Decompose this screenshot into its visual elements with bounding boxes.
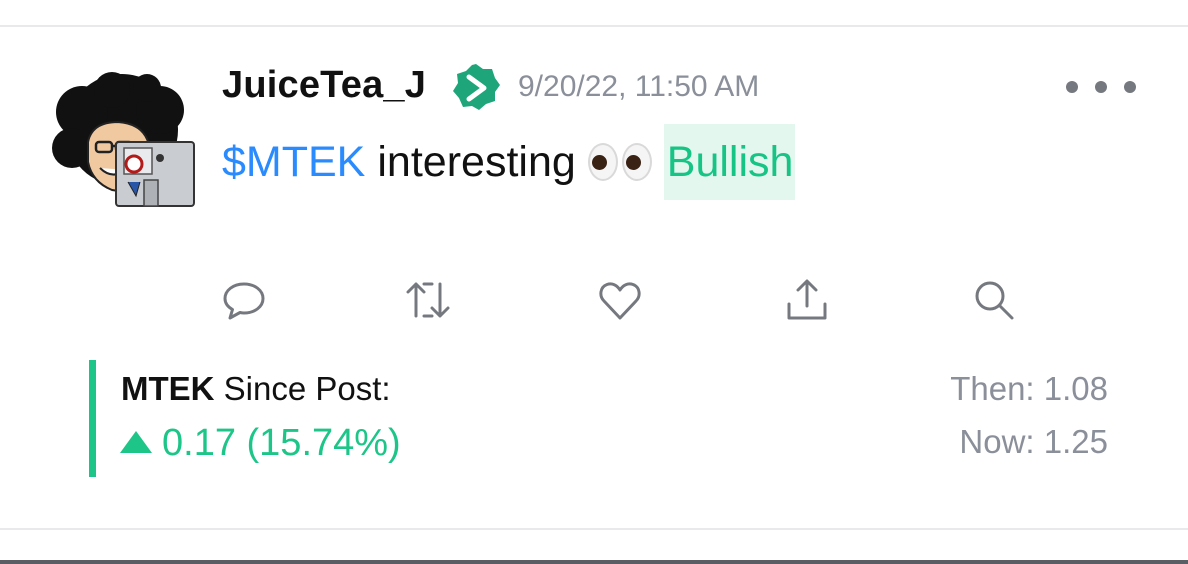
price-change-value: 0.17 (15.74%) bbox=[162, 422, 401, 464]
up-arrow-icon bbox=[120, 430, 152, 453]
like-icon bbox=[599, 282, 641, 320]
comment-button[interactable] bbox=[220, 276, 268, 324]
reshare-button[interactable] bbox=[404, 276, 452, 324]
reshare-icon bbox=[406, 282, 450, 318]
comment-icon bbox=[223, 282, 265, 320]
since-post-text: Since Post: bbox=[223, 370, 391, 407]
more-dot bbox=[1066, 81, 1078, 93]
search-button[interactable] bbox=[970, 276, 1018, 324]
more-icon[interactable] bbox=[1066, 74, 1136, 100]
like-button[interactable] bbox=[596, 276, 644, 324]
price-now: Now: 1.25 bbox=[959, 423, 1108, 460]
avatar[interactable] bbox=[52, 72, 196, 210]
share-button[interactable] bbox=[783, 276, 831, 324]
bottom-divider bbox=[0, 528, 1188, 530]
top-divider bbox=[0, 25, 1188, 27]
since-post-ticker[interactable]: MTEK bbox=[121, 370, 215, 407]
eyes-emoji-icon bbox=[587, 143, 652, 181]
verified-badge-icon bbox=[453, 64, 500, 110]
share-icon bbox=[787, 279, 827, 320]
more-dot bbox=[1124, 81, 1136, 93]
search-icon bbox=[975, 281, 1014, 320]
eye-left bbox=[587, 143, 618, 181]
since-post-accent-bar bbox=[89, 360, 96, 477]
more-dot bbox=[1095, 81, 1107, 93]
username[interactable]: JuiceTea_J bbox=[222, 64, 426, 107]
timestamp[interactable]: 9/20/22, 11:50 AM bbox=[518, 70, 759, 104]
price-then: Then: 1.08 bbox=[950, 370, 1108, 407]
since-post-label: MTEK Since Post: bbox=[121, 370, 391, 408]
bottom-edge bbox=[0, 560, 1188, 564]
eye-right bbox=[621, 143, 652, 181]
sentiment-badge: Bullish bbox=[663, 124, 796, 200]
price-change: 0.17 (15.74%) bbox=[120, 422, 401, 465]
cashtag-link[interactable]: $MTEK bbox=[222, 132, 365, 192]
post-body: $MTEK interesting Bullish bbox=[222, 124, 796, 200]
post-text: interesting bbox=[377, 138, 576, 186]
